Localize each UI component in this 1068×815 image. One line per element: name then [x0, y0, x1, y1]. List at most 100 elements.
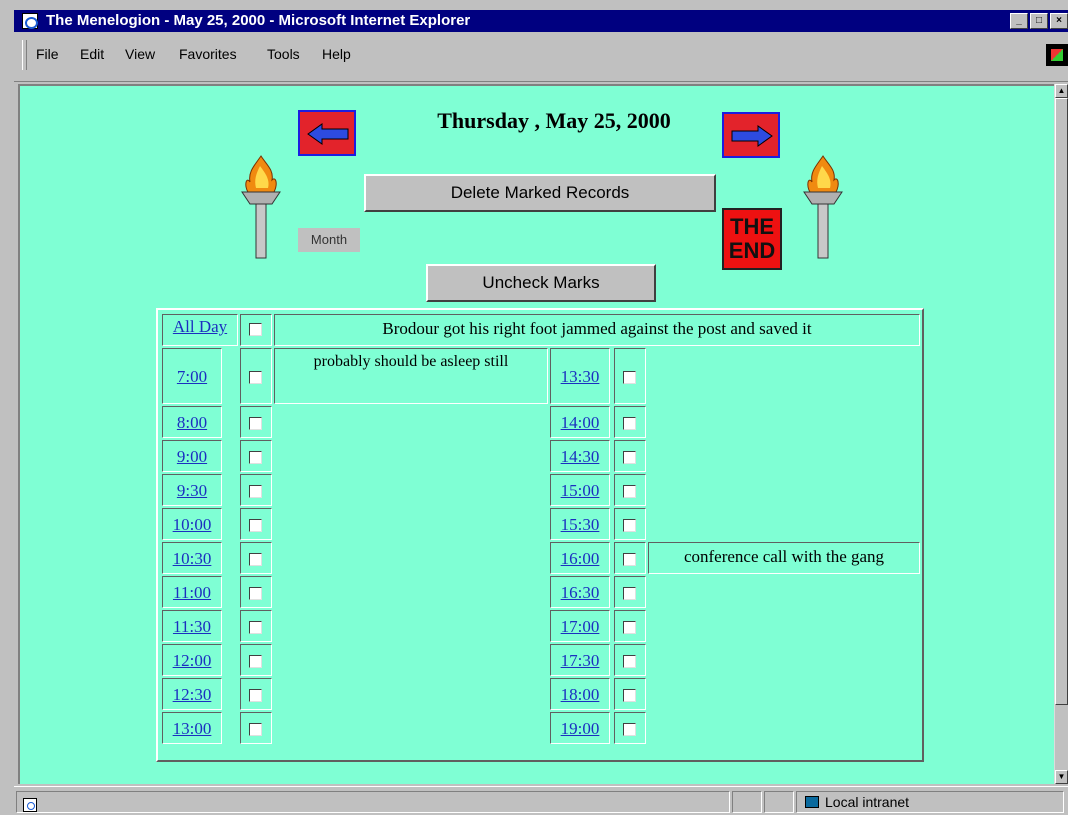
mark-checkbox[interactable] — [249, 654, 262, 668]
allday-link[interactable]: All Day — [163, 317, 237, 337]
time-slot-link[interactable]: 18:00 — [551, 685, 609, 705]
time-slot-link[interactable]: 14:30 — [551, 447, 609, 467]
uncheck-marks-button[interactable]: Uncheck Marks — [426, 264, 656, 302]
mark-checkbox[interactable] — [623, 722, 636, 736]
time-slot-link[interactable]: 19:00 — [551, 719, 609, 739]
time-slot-link[interactable]: 8:00 — [163, 413, 221, 433]
schedule-table: All Day Brodour got his right foot jamme… — [156, 308, 924, 762]
next-day-button[interactable] — [722, 112, 780, 158]
time-slot-link[interactable]: 12:00 — [163, 651, 221, 671]
left-check-cell — [240, 542, 272, 574]
page-viewport: Thursday , May 25, 2000 Delete Marked Re… — [18, 84, 1054, 784]
page-status-icon — [23, 798, 37, 812]
toolbar-grip[interactable] — [22, 40, 27, 70]
allday-check-cell — [240, 314, 272, 346]
status-panel-2 — [764, 791, 794, 813]
torch-left-icon — [241, 155, 281, 259]
mark-checkbox[interactable] — [623, 620, 636, 634]
menu-file[interactable]: File — [36, 46, 59, 62]
left-check-cell — [240, 712, 272, 744]
mark-checkbox[interactable] — [623, 484, 636, 498]
window-title: The Menelogion - May 25, 2000 - Microsof… — [46, 12, 471, 29]
time-slot-link[interactable]: 11:00 — [163, 583, 221, 603]
vertical-scrollbar[interactable]: ▲ ▼ — [1054, 84, 1068, 784]
time-slot-link[interactable]: 13:00 — [163, 719, 221, 739]
left-check-cell — [240, 440, 272, 472]
scroll-down-icon[interactable]: ▼ — [1055, 770, 1068, 784]
right-check-cell — [614, 406, 646, 438]
status-panel-1 — [732, 791, 762, 813]
mark-checkbox[interactable] — [249, 450, 262, 464]
time-slot-link[interactable]: 15:00 — [551, 481, 609, 501]
mark-checkbox[interactable] — [623, 370, 636, 384]
mark-checkbox[interactable] — [623, 416, 636, 430]
left-event-cell: probably should be asleep still — [274, 348, 548, 404]
left-time-cell: 13:00 — [162, 712, 222, 744]
mark-checkbox[interactable] — [249, 484, 262, 498]
right-time-cell: 15:30 — [550, 508, 610, 540]
mark-checkbox[interactable] — [623, 552, 636, 566]
mark-checkbox[interactable] — [249, 370, 262, 384]
time-slot-link[interactable]: 11:30 — [163, 617, 221, 637]
right-check-cell — [614, 644, 646, 676]
delete-marked-records-button[interactable]: Delete Marked Records — [364, 174, 716, 212]
left-check-cell — [240, 348, 272, 404]
minimize-button[interactable]: _ — [1010, 13, 1028, 29]
mark-checkbox[interactable] — [249, 688, 262, 702]
mark-checkbox[interactable] — [249, 620, 262, 634]
page-title: Thursday , May 25, 2000 — [437, 108, 671, 133]
time-slot-link[interactable]: 9:30 — [163, 481, 221, 501]
mark-checkbox[interactable] — [249, 722, 262, 736]
time-slot-link[interactable]: 13:30 — [551, 367, 609, 387]
time-slot-link[interactable]: 16:30 — [551, 583, 609, 603]
status-bar: Local intranet — [14, 786, 1068, 815]
mark-checkbox[interactable] — [249, 552, 262, 566]
time-slot-link[interactable]: 17:30 — [551, 651, 609, 671]
menu-help[interactable]: Help — [322, 46, 351, 62]
right-check-cell — [614, 576, 646, 608]
right-check-cell — [614, 348, 646, 404]
menu-edit[interactable]: Edit — [80, 46, 104, 62]
time-slot-link[interactable]: 15:30 — [551, 515, 609, 535]
left-time-cell: 11:00 — [162, 576, 222, 608]
left-check-cell — [240, 644, 272, 676]
previous-day-button[interactable] — [298, 110, 356, 156]
time-slot-link[interactable]: 14:00 — [551, 413, 609, 433]
scroll-up-icon[interactable]: ▲ — [1055, 84, 1068, 98]
mark-checkbox[interactable] — [623, 518, 636, 532]
time-slot-link[interactable]: 12:30 — [163, 685, 221, 705]
left-time-cell: 9:30 — [162, 474, 222, 506]
allday-checkbox[interactable] — [249, 323, 262, 336]
zone-panel: Local intranet — [796, 791, 1064, 813]
mark-checkbox[interactable] — [623, 654, 636, 668]
month-button[interactable]: Month — [298, 228, 360, 252]
menu-favorites[interactable]: Favorites — [179, 46, 237, 62]
close-button[interactable]: × — [1050, 13, 1068, 29]
right-time-cell: 17:30 — [550, 644, 610, 676]
zone-label: Local intranet — [825, 794, 910, 810]
time-slot-link[interactable]: 10:00 — [163, 515, 221, 535]
status-text-panel — [16, 791, 730, 813]
maximize-button[interactable]: □ — [1030, 13, 1048, 29]
left-check-cell — [240, 474, 272, 506]
left-time-cell: 8:00 — [162, 406, 222, 438]
mark-checkbox[interactable] — [623, 450, 636, 464]
event-text: probably should be asleep still — [313, 353, 509, 370]
local-intranet-icon — [805, 796, 819, 808]
time-slot-link[interactable]: 7:00 — [163, 367, 221, 387]
time-slot-link[interactable]: 16:00 — [551, 549, 609, 569]
mark-checkbox[interactable] — [623, 586, 636, 600]
left-check-cell — [240, 610, 272, 642]
time-slot-link[interactable]: 9:00 — [163, 447, 221, 467]
mark-checkbox[interactable] — [623, 688, 636, 702]
mark-checkbox[interactable] — [249, 586, 262, 600]
time-slot-link[interactable]: 17:00 — [551, 617, 609, 637]
scroll-thumb[interactable] — [1055, 98, 1068, 705]
the-end-button[interactable]: THE END — [722, 208, 782, 270]
left-time-cell: 7:00 — [162, 348, 222, 404]
mark-checkbox[interactable] — [249, 416, 262, 430]
menu-view[interactable]: View — [125, 46, 155, 62]
time-slot-link[interactable]: 10:30 — [163, 549, 221, 569]
menu-tools[interactable]: Tools — [267, 46, 300, 62]
mark-checkbox[interactable] — [249, 518, 262, 532]
